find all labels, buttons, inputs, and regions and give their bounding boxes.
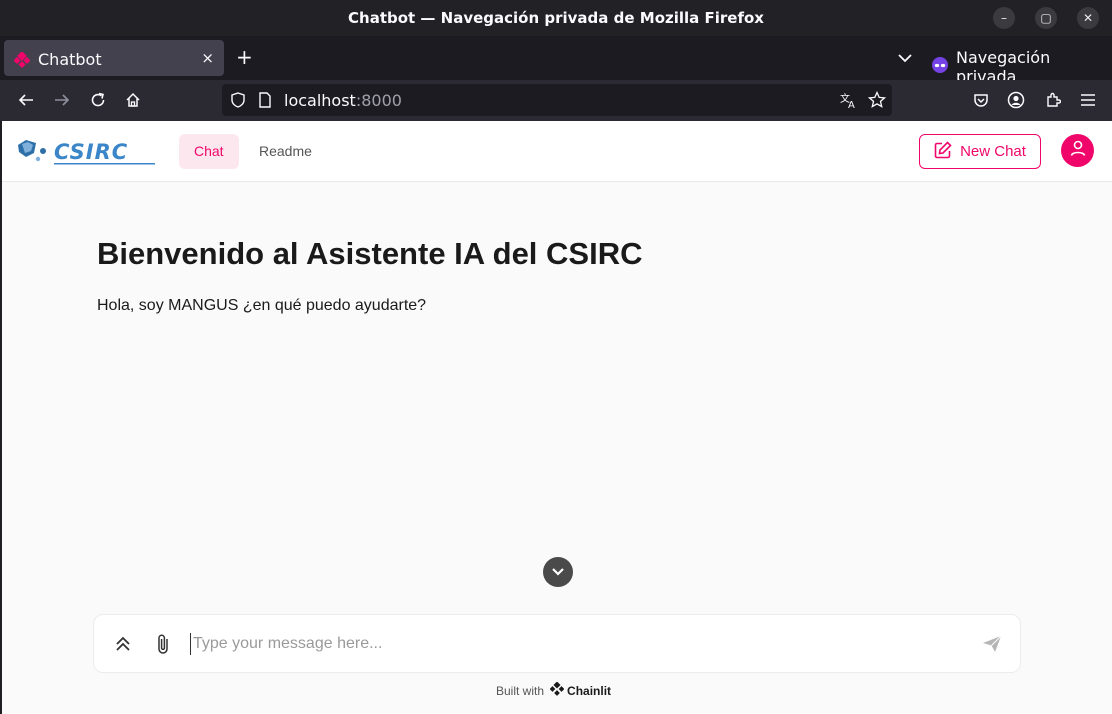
window-title: Chatbot — Navegación privada de Mozilla … (348, 9, 764, 27)
tab-label: Chatbot (38, 50, 102, 69)
chainlit-favicon-icon (13, 51, 31, 73)
new-chat-button[interactable]: New Chat (919, 134, 1041, 169)
svg-text:A: A (848, 100, 855, 109)
chainlit-brand-link[interactable]: Chainlit (549, 681, 612, 699)
attach-file-icon[interactable] (152, 633, 174, 655)
svg-text:CSIRC: CSIRC (54, 140, 128, 164)
built-with-label: Built with (496, 683, 545, 698)
edit-square-icon (934, 140, 952, 163)
tab-close-icon[interactable]: × (201, 49, 214, 67)
private-mask-icon (932, 57, 948, 77)
tracking-protection-shield-icon[interactable] (230, 92, 246, 113)
page-info-icon[interactable] (258, 92, 272, 113)
menu-hamburger-icon[interactable] (1078, 90, 1098, 110)
reload-icon[interactable] (88, 90, 108, 110)
tab-strip: Chatbot × + Navegación privada (0, 36, 1112, 86)
welcome-title: Bienvenido al Asistente IA del CSIRC (97, 236, 643, 271)
bookmark-star-icon[interactable] (867, 90, 887, 114)
chainlit-label: Chainlit (567, 683, 612, 698)
scroll-to-bottom-button[interactable] (543, 557, 573, 587)
footer: Built with Chainlit (496, 681, 612, 699)
pocket-icon[interactable] (971, 90, 991, 110)
user-avatar-button[interactable] (1061, 134, 1094, 167)
nav-tab-chat[interactable]: Chat (179, 134, 239, 169)
minimize-icon[interactable]: – (993, 7, 1015, 29)
list-all-tabs-icon[interactable] (898, 50, 912, 68)
maximize-icon[interactable]: ▢ (1035, 7, 1057, 29)
close-icon[interactable]: ✕ (1077, 7, 1099, 29)
new-tab-button[interactable]: + (236, 47, 253, 67)
tab-chatbot[interactable]: Chatbot × (4, 40, 224, 76)
send-icon[interactable] (981, 633, 1003, 655)
message-input[interactable] (190, 633, 970, 655)
url-text: localhost:8000 (284, 91, 402, 110)
url-bar[interactable]: localhost:8000 文A (222, 84, 892, 116)
welcome-message: Hola, soy MANGUS ¿en qué puedo ayudarte? (97, 297, 427, 314)
new-chat-label: New Chat (960, 143, 1026, 160)
chevron-down-icon (552, 563, 564, 581)
user-icon (1069, 139, 1087, 162)
csirc-logo: CSIRC (16, 137, 156, 172)
extensions-icon[interactable] (1043, 90, 1063, 110)
message-composer (93, 614, 1021, 673)
translate-icon[interactable]: 文A (840, 91, 858, 114)
back-icon[interactable] (16, 90, 36, 110)
settings-expand-icon[interactable] (112, 633, 134, 655)
app-header: CSIRC Chat Readme New Chat (2, 121, 1112, 182)
account-icon[interactable] (1006, 90, 1026, 110)
nav-tab-readme[interactable]: Readme (244, 134, 327, 169)
page-viewport: CSIRC Chat Readme New Chat Bienvenido al… (2, 121, 1112, 714)
window-titlebar: Chatbot — Navegación privada de Mozilla … (0, 0, 1112, 36)
home-icon[interactable] (123, 90, 143, 110)
navigation-toolbar: localhost:8000 文A (0, 80, 1112, 121)
forward-icon[interactable] (52, 90, 72, 110)
chainlit-logo-icon (549, 681, 565, 699)
